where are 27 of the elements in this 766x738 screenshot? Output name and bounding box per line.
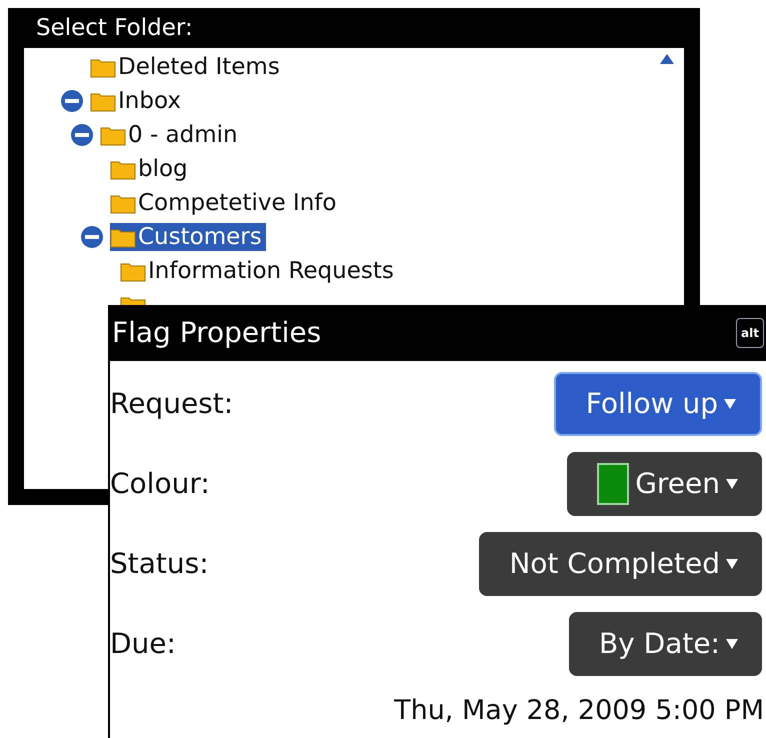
tree-item[interactable]: blog [110,155,192,183]
tree-item[interactable]: Inbox [90,87,185,115]
dropdown-caret-icon [724,399,736,409]
dropdown-caret-icon [726,639,738,649]
dialog-title: Flag Properties [112,315,322,351]
tree-item[interactable]: Deleted Items [90,53,284,81]
due-date: Thu, May 28, 2009 5:00 PM [394,694,764,728]
dropdown-button[interactable]: By Date: [568,612,762,676]
field-label: Status: [110,546,209,582]
collapse-icon[interactable] [80,225,104,249]
tree-item[interactable]: 0 - admin [100,121,242,149]
dropdown-button[interactable]: Follow up [554,372,762,436]
collapse-icon[interactable] [60,89,84,113]
window-title: Select Folder: [35,14,194,43]
dropdown-button[interactable]: Not Completed [479,532,762,596]
tree-item[interactable]: Information Requests [120,257,398,285]
field-label: Due: [110,626,176,662]
scroll-up-icon[interactable] [660,54,674,64]
field-label: Request: [110,386,234,422]
dropdown-caret-icon [726,479,738,489]
tree-item[interactable]: Competetive Info [110,189,340,217]
dropdown-button[interactable]: Green [567,452,762,516]
tree-item[interactable]: Customers [110,223,266,251]
field-label: Colour: [110,466,210,502]
alt-key: alt [736,318,764,348]
dropdown-caret-icon [726,559,738,569]
collapse-icon[interactable] [70,123,94,147]
